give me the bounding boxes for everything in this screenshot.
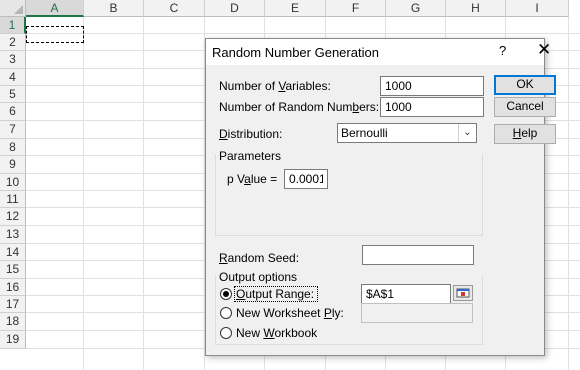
column-header-b[interactable]: B — [84, 0, 144, 17]
row-header-8[interactable]: 8 — [0, 139, 26, 156]
column-header-i[interactable]: I — [506, 0, 569, 17]
collapse-dialog-icon[interactable] — [453, 285, 473, 301]
row-header-14[interactable]: 14 — [0, 244, 26, 261]
dialog-title: Random Number Generation — [212, 45, 379, 60]
row-header-10[interactable]: 10 — [0, 174, 26, 191]
num-variables-input[interactable] — [380, 76, 484, 96]
output-range-radio[interactable] — [220, 288, 232, 300]
output-range-label[interactable]: Output Range: — [234, 286, 318, 302]
new-worksheet-label[interactable]: New Worksheet Ply: — [236, 306, 344, 320]
row-header-2[interactable]: 2 — [0, 34, 26, 51]
p-value-label: p Value = — [227, 172, 278, 186]
dialog-titlebar: Random Number Generation ? ✕ — [206, 39, 551, 65]
new-worksheet-radio[interactable] — [220, 307, 232, 319]
gridline-vertical — [143, 17, 144, 370]
num-random-numbers-label: Number of Random Numbers: — [219, 100, 380, 114]
ok-button[interactable]: OK — [494, 75, 556, 95]
random-seed-input[interactable] — [362, 245, 474, 265]
num-random-numbers-input[interactable] — [380, 97, 484, 117]
gridline-vertical — [83, 17, 84, 370]
help-question-icon[interactable]: ? — [499, 43, 506, 58]
row-header-1[interactable]: 1 — [0, 17, 26, 34]
column-header-g[interactable]: G — [386, 0, 446, 17]
new-workbook-label[interactable]: New Workbook — [236, 326, 317, 340]
row-header-9[interactable]: 9 — [0, 156, 26, 174]
close-icon[interactable]: ✕ — [537, 40, 551, 60]
output-range-input[interactable] — [361, 284, 451, 304]
column-header-e[interactable]: E — [265, 0, 326, 17]
parameters-group — [215, 154, 483, 236]
row-header-13[interactable]: 13 — [0, 226, 26, 244]
column-header-d[interactable]: D — [205, 0, 265, 17]
row-header-12[interactable]: 12 — [0, 208, 26, 226]
active-cell-a1[interactable] — [26, 26, 84, 43]
row-header-7[interactable]: 7 — [0, 121, 26, 139]
column-header-f[interactable]: F — [326, 0, 386, 17]
row-header-4[interactable]: 4 — [0, 69, 26, 86]
row-header-3[interactable]: 3 — [0, 51, 26, 69]
random-number-generation-dialog: Random Number Generation ? ✕ Number of V… — [205, 38, 556, 356]
new-worksheet-input[interactable] — [361, 303, 473, 323]
row-header-16[interactable]: 16 — [0, 279, 26, 296]
chevron-down-icon[interactable]: ⌄ — [458, 124, 476, 142]
select-all-corner[interactable] — [0, 0, 26, 17]
row-header-18[interactable]: 18 — [0, 313, 26, 331]
p-value-input[interactable] — [284, 169, 328, 189]
column-header-a[interactable]: A — [26, 0, 84, 17]
row-header-6[interactable]: 6 — [0, 103, 26, 121]
help-button[interactable]: Help — [494, 124, 556, 144]
gridline-vertical — [568, 17, 569, 370]
column-header-h[interactable]: H — [446, 0, 506, 17]
random-seed-label: Random Seed: — [219, 251, 300, 265]
row-header-15[interactable]: 15 — [0, 261, 26, 279]
cancel-button[interactable]: Cancel — [494, 97, 556, 117]
new-workbook-radio[interactable] — [220, 327, 232, 339]
distribution-dropdown[interactable]: Bernoulli ⌄ — [337, 123, 477, 143]
row-header-11[interactable]: 11 — [0, 191, 26, 208]
gridline-horizontal — [26, 33, 580, 34]
num-variables-label: Number of Variables: — [219, 79, 331, 93]
row-header-5[interactable]: 5 — [0, 86, 26, 103]
row-header-17[interactable]: 17 — [0, 296, 26, 313]
row-header-19[interactable]: 19 — [0, 331, 26, 349]
column-header-c[interactable]: C — [144, 0, 205, 17]
distribution-label: Distribution: — [219, 127, 283, 141]
distribution-value: Bernoulli — [341, 126, 388, 140]
